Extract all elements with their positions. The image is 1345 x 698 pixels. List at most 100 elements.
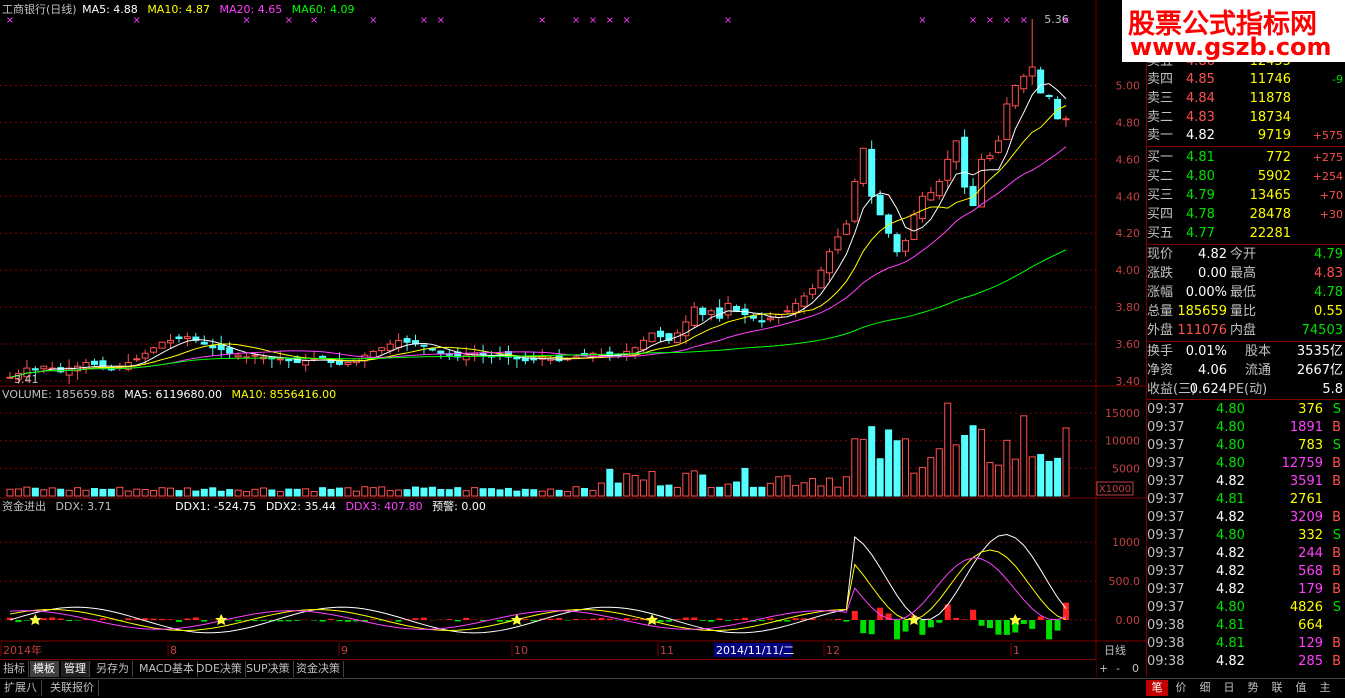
volume-bar [624,474,630,496]
bid4-row[interactable]: 买四4.7828478+30 [1146,205,1345,224]
signal-marker: × [589,15,597,26]
volume-bar [83,490,89,496]
tab-template[interactable]: 模板 [30,661,59,677]
date-cursor-label: 2014/11/11/二 [716,644,794,657]
volume-bar [201,489,207,496]
right-tab-detail[interactable]: 细 [1194,680,1216,696]
bid2-row[interactable]: 买二4.805902+254 [1146,167,1345,186]
candle-body [32,369,38,370]
quote-row-price: 现价4.82今开4.79 [1146,245,1345,264]
tab-fund[interactable]: 资金决策 [293,661,344,677]
right-tab-main[interactable]: 主 [1314,680,1336,696]
right-tab-price[interactable]: 价 [1170,680,1192,696]
signal-marker: × [918,15,926,26]
candle-body [159,342,165,348]
candle-body [387,344,393,351]
zoom-out-button[interactable]: - [1116,662,1120,675]
tick-volume: 129 [1298,634,1323,653]
volume-bar [7,489,13,496]
candle-body [438,351,444,353]
ddx-bar [894,620,900,639]
tick-price: 4.82 [1216,580,1245,599]
zoom-reset-button[interactable]: 0 [1132,662,1139,675]
volume-bar [894,441,900,496]
candle-body [1046,96,1052,97]
price-tick-label: 4.60 [1116,153,1141,166]
tick-row: 09:374.82179B [1146,580,1345,599]
price-tick-label: 4.00 [1116,264,1141,277]
ddx-bar [277,620,283,621]
bid3-row[interactable]: 买三4.7913465+70 [1146,186,1345,205]
volume-bar [632,475,638,496]
volume-bar [446,490,452,496]
bid5-row[interactable]: 买五4.7722281 [1146,224,1345,243]
candle-body [945,159,951,180]
zoom-in-button[interactable]: + [1099,662,1108,675]
right-tab-day[interactable]: 日 [1218,680,1240,696]
ddx-bar [919,620,925,635]
ma5-line [10,84,1066,378]
tick-volume: 664 [1298,616,1323,635]
date-label: 9 [341,644,348,657]
tab-extend-eight[interactable]: 扩展八 [0,680,42,696]
volume-bar [666,485,672,496]
price-tick-label: 4.80 [1116,116,1141,129]
volume-bar [548,489,554,496]
candle-body [818,270,824,288]
tab-dde[interactable]: DDE决策 [193,661,246,677]
price-tick-label: 5.00 [1116,79,1141,92]
ma10-label: MA10: 4.87 [147,3,210,16]
candle-body [345,363,351,365]
ddx-bar [1004,620,1010,635]
volume-bar [311,491,317,496]
right-tab-link[interactable]: 联 [1266,680,1288,696]
volume-bar [227,490,233,496]
tick-side: S [1333,400,1341,419]
ddx-bar [522,619,528,620]
candle-body [843,224,849,234]
tab-sup[interactable]: SUP决策 [243,661,294,677]
tab-manage[interactable]: 管理 [61,661,90,677]
volume-bar [793,485,799,496]
ddx-bar [843,620,849,622]
candle-body [708,311,714,315]
volume-tick-label: 15000 [1105,407,1140,420]
tick-side: B [1332,544,1341,563]
ddx-bar [759,620,765,621]
kline-chart[interactable]: 5.004.804.604.404.204.003.803.603.401500… [0,0,1146,677]
tick-time: 09:37 [1147,418,1184,437]
candle-body [7,377,13,378]
date-label: 2014年 [3,643,42,657]
right-tab-value[interactable]: 值 [1290,680,1312,696]
volume-bar [556,490,562,496]
volume-bar [928,458,934,496]
volume-bar [970,426,976,496]
right-tab-tick[interactable]: 笔 [1146,680,1168,696]
candle-body [1004,104,1010,140]
ma60-label: MA60: 4.09 [292,3,355,16]
bid1-row[interactable]: 买一4.81772+275 [1146,148,1345,167]
volume-bar [134,489,140,496]
tab-indicator[interactable]: 指标 [0,661,29,677]
ask4-row[interactable]: 卖四4.8511746-9 [1146,70,1345,89]
right-tab-trend[interactable]: 势 [1242,680,1264,696]
tab-related-quote[interactable]: 关联报价 [46,680,99,696]
volume-bar [151,490,157,496]
ddx-bar [463,618,469,620]
candle-body [869,149,875,196]
ddx-bar [742,618,748,620]
volume-bar [936,449,942,496]
ask2-row[interactable]: 卖二4.8318734 [1146,108,1345,127]
tick-row: 09:384.81129B [1146,634,1345,653]
ddx-tick-label: 500.0 [1109,575,1141,588]
volume-bar [995,465,1001,496]
tab-macd[interactable]: MACD基本 [136,661,198,677]
ddx-bar [455,620,461,621]
date-label: 8 [170,644,177,657]
ask1-row[interactable]: 卖一4.829719+575 [1146,126,1345,145]
ddx-bar [15,620,21,622]
ask3-row[interactable]: 卖三4.8411878 [1146,89,1345,108]
candle-body [1029,67,1035,76]
tab-save-as[interactable]: 另存为 [93,661,133,677]
ddx-bar [446,619,452,620]
